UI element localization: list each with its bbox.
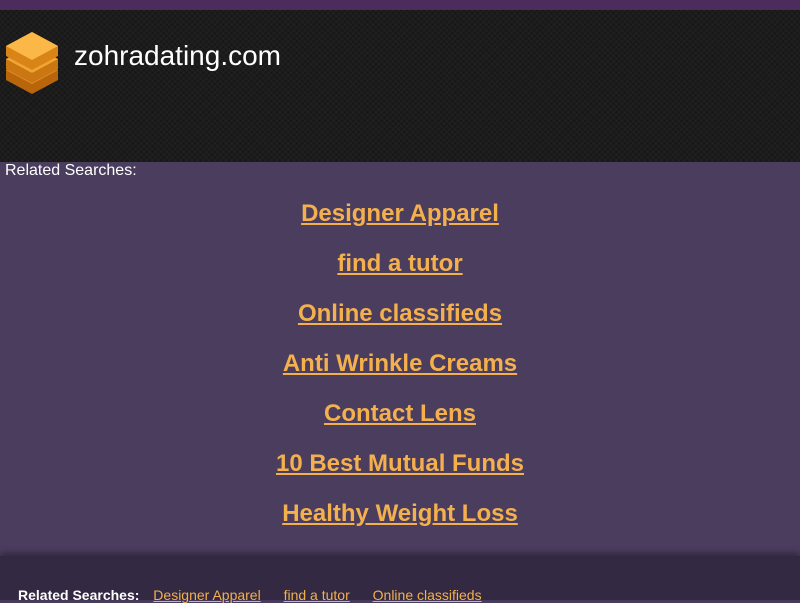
list-item: 10 Best Mutual Funds: [0, 449, 800, 499]
footer-link-online-classifieds[interactable]: Online classifieds: [373, 587, 482, 603]
list-item: Anti Wrinkle Creams: [0, 349, 800, 399]
footer-link-find-a-tutor[interactable]: find a tutor: [284, 587, 350, 603]
footer-bar: Related Searches: Designer Apparel find …: [0, 556, 800, 603]
related-link-online-classifieds[interactable]: Online classifieds: [298, 300, 502, 327]
related-searches-label: Related Searches:: [5, 162, 137, 179]
related-link-designer-apparel[interactable]: Designer Apparel: [301, 200, 499, 227]
site-title[interactable]: zohradating.com: [74, 39, 281, 73]
related-link-mutual-funds[interactable]: 10 Best Mutual Funds: [276, 450, 524, 477]
list-item: Healthy Weight Loss: [0, 499, 800, 549]
site-header: zohradating.com: [0, 10, 800, 162]
footer-link-designer-apparel[interactable]: Designer Apparel: [153, 587, 260, 603]
related-link-find-a-tutor[interactable]: find a tutor: [337, 250, 462, 277]
list-item: Online classifieds: [0, 299, 800, 349]
footer-related-searches: Related Searches: Designer Apparel find …: [18, 587, 501, 603]
related-links-list: Designer Apparel find a tutor Online cla…: [0, 199, 800, 549]
main-content: Related Searches: Designer Apparel find …: [0, 162, 800, 556]
list-item: Designer Apparel: [0, 199, 800, 249]
related-link-healthy-weight-loss[interactable]: Healthy Weight Loss: [282, 500, 518, 527]
related-link-anti-wrinkle-creams[interactable]: Anti Wrinkle Creams: [283, 350, 517, 377]
top-accent-strip: [0, 0, 800, 10]
footer-related-label: Related Searches:: [18, 587, 140, 603]
stacked-layers-icon[interactable]: [4, 32, 60, 94]
list-item: find a tutor: [0, 249, 800, 299]
related-link-contact-lens[interactable]: Contact Lens: [324, 400, 476, 427]
list-item: Contact Lens: [0, 399, 800, 449]
